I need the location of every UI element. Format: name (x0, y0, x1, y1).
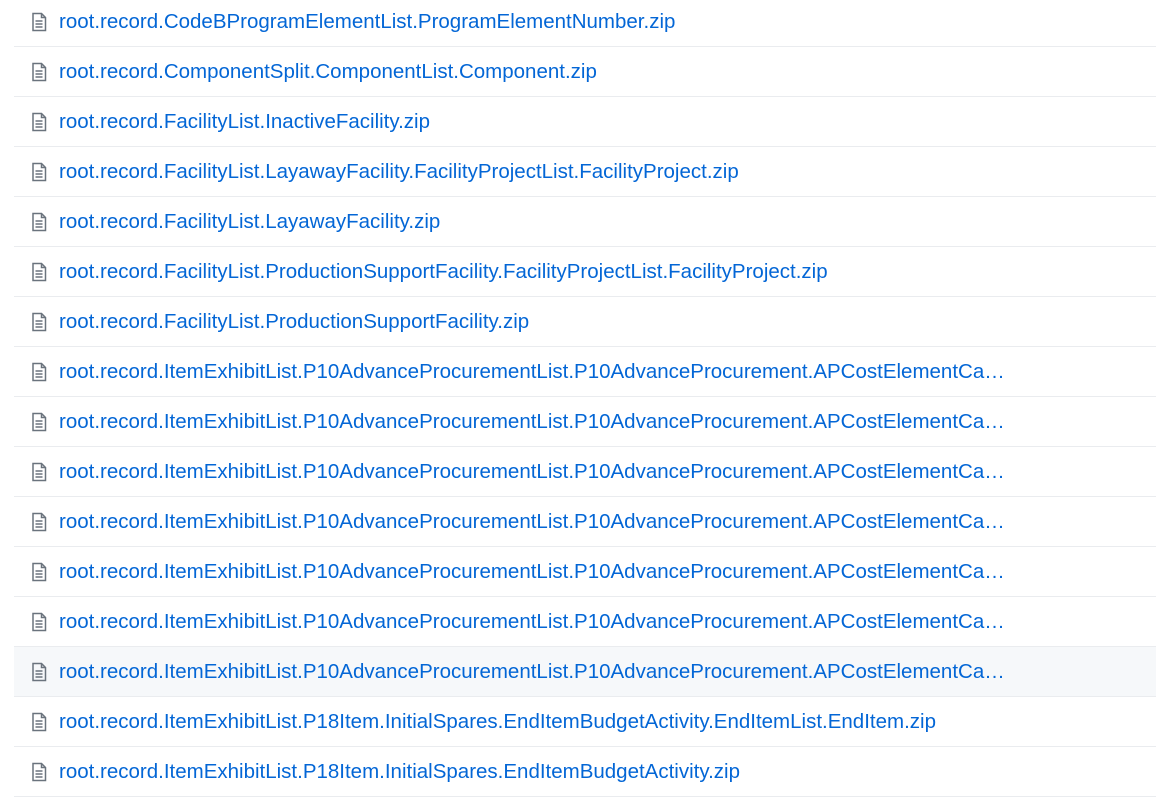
file-row: root.record.ItemExhibitList.P10AdvancePr… (14, 447, 1156, 497)
file-link[interactable]: root.record.ItemExhibitList.P10AdvancePr… (59, 410, 1156, 434)
file-row: root.record.FacilityList.ProductionSuppo… (14, 297, 1156, 347)
file-row: root.record.ItemExhibitList.P10AdvancePr… (14, 647, 1156, 697)
file-link[interactable]: root.record.FacilityList.LayawayFacility… (59, 210, 1156, 234)
file-icon (30, 12, 48, 32)
file-icon (30, 412, 48, 432)
file-link[interactable]: root.record.ItemExhibitList.P10AdvancePr… (59, 360, 1156, 384)
file-link[interactable]: root.record.ItemExhibitList.P18Item.Init… (59, 710, 1156, 734)
file-row: root.record.ComponentSplit.ComponentList… (14, 47, 1156, 97)
file-row: root.record.FacilityList.InactiveFacilit… (14, 97, 1156, 147)
file-icon (30, 612, 48, 632)
file-link[interactable]: root.record.ItemExhibitList.P10AdvancePr… (59, 560, 1156, 584)
file-row: root.record.ItemExhibitList.P10AdvancePr… (14, 497, 1156, 547)
file-icon (30, 512, 48, 532)
file-link[interactable]: root.record.FacilityList.InactiveFacilit… (59, 110, 1156, 134)
file-icon (30, 712, 48, 732)
file-link[interactable]: root.record.FacilityList.ProductionSuppo… (59, 310, 1156, 334)
file-link[interactable]: root.record.ItemExhibitList.P10AdvancePr… (59, 610, 1156, 634)
file-row: root.record.ItemExhibitList.P18Item.Init… (14, 697, 1156, 747)
file-icon (30, 362, 48, 382)
file-icon (30, 662, 48, 682)
file-link[interactable]: root.record.ItemExhibitList.P10AdvancePr… (59, 510, 1156, 534)
file-icon (30, 462, 48, 482)
file-icon (30, 62, 48, 82)
file-row: root.record.ItemExhibitList.P18Item.Init… (14, 747, 1156, 797)
file-link[interactable]: root.record.FacilityList.LayawayFacility… (59, 160, 1156, 184)
file-link[interactable]: root.record.ItemExhibitList.P10AdvancePr… (59, 460, 1156, 484)
file-icon (30, 762, 48, 782)
file-icon (30, 562, 48, 582)
file-link[interactable]: root.record.ItemExhibitList.P10AdvancePr… (59, 660, 1156, 684)
file-row: root.record.ItemExhibitList.P10AdvancePr… (14, 397, 1156, 447)
file-list: root.record.CodeBProgramElementList.Prog… (14, 0, 1156, 797)
file-row: root.record.ItemExhibitList.P10AdvancePr… (14, 347, 1156, 397)
file-icon (30, 262, 48, 282)
file-link[interactable]: root.record.CodeBProgramElementList.Prog… (59, 10, 1156, 34)
file-row: root.record.FacilityList.LayawayFacility… (14, 197, 1156, 247)
file-link[interactable]: root.record.ComponentSplit.ComponentList… (59, 60, 1156, 84)
file-link[interactable]: root.record.ItemExhibitList.P18Item.Init… (59, 760, 1156, 784)
file-link[interactable]: root.record.FacilityList.ProductionSuppo… (59, 260, 1156, 284)
file-icon (30, 112, 48, 132)
file-icon (30, 312, 48, 332)
file-row: root.record.ItemExhibitList.P10AdvancePr… (14, 547, 1156, 597)
file-row: root.record.FacilityList.LayawayFacility… (14, 147, 1156, 197)
file-row: root.record.ItemExhibitList.P10AdvancePr… (14, 597, 1156, 647)
file-icon (30, 212, 48, 232)
file-row: root.record.CodeBProgramElementList.Prog… (14, 0, 1156, 47)
file-row: root.record.FacilityList.ProductionSuppo… (14, 247, 1156, 297)
file-icon (30, 162, 48, 182)
